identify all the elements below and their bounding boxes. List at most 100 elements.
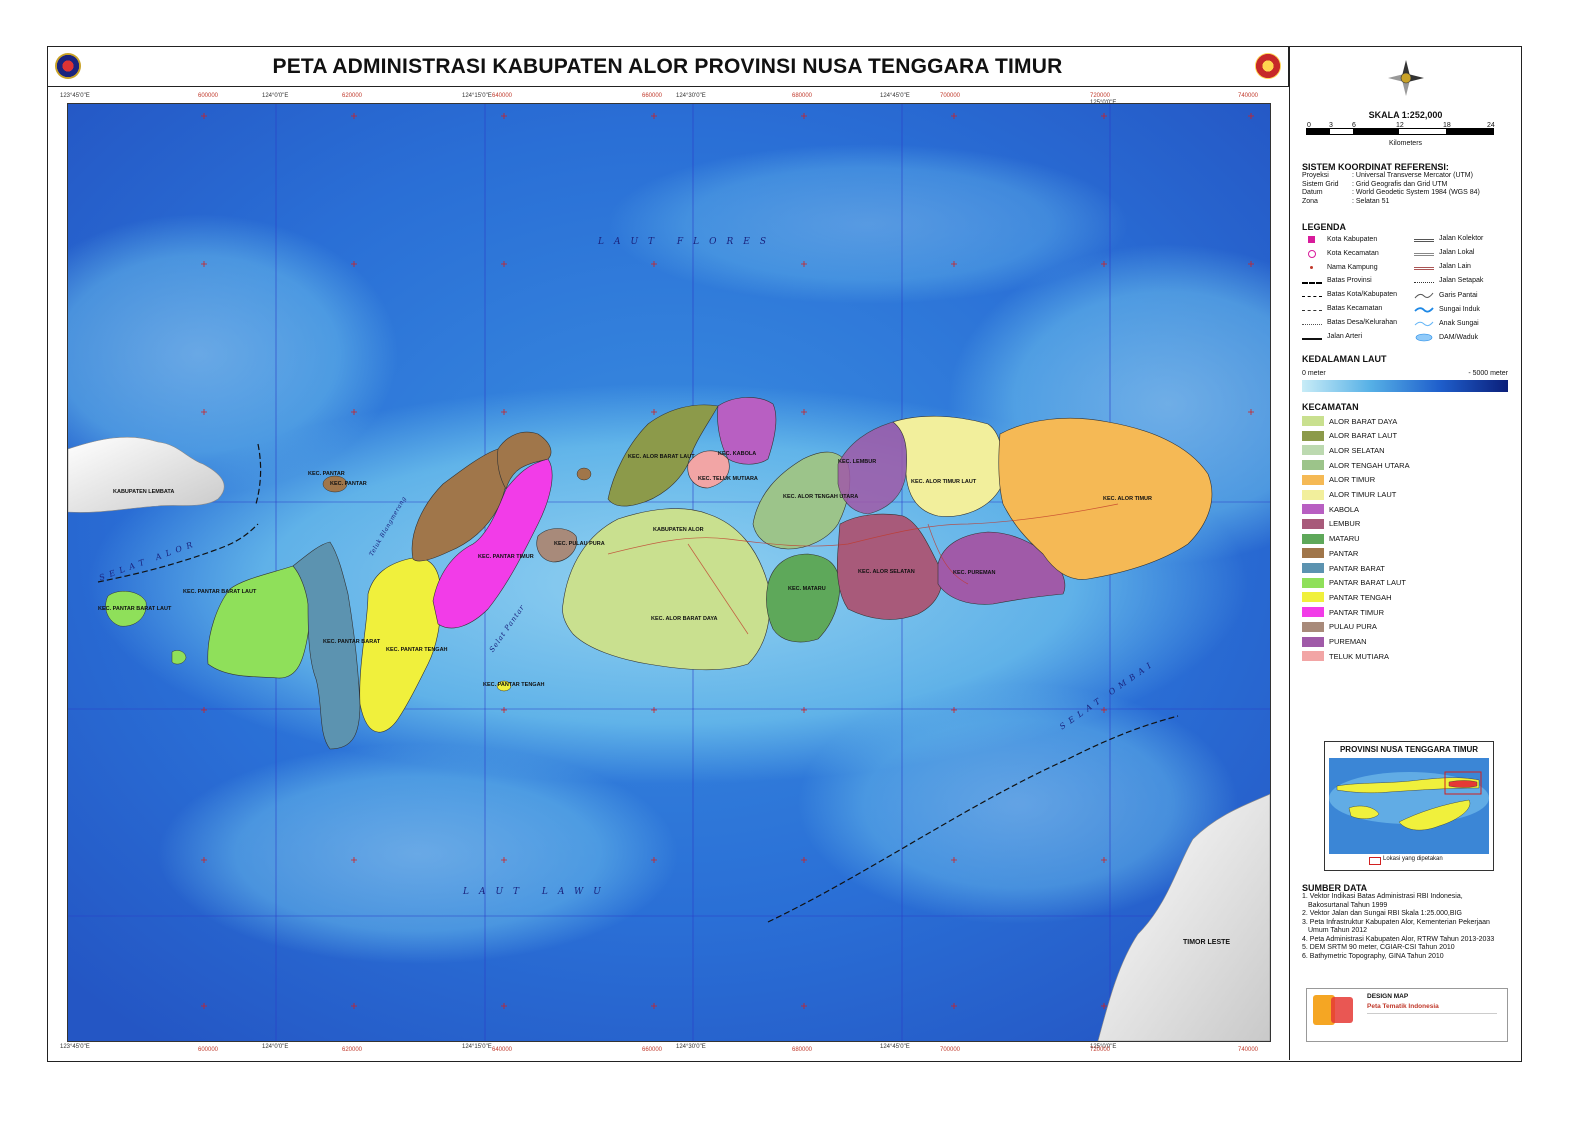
- source-item: Bakosurtanal Tahun 1999: [1308, 901, 1388, 909]
- legend-label: Kota Kecamatan: [1327, 250, 1379, 257]
- cs-key: Sistem Grid: [1302, 180, 1339, 188]
- legend-label: Garis Pantai: [1439, 292, 1478, 299]
- scale-bar: [1306, 128, 1494, 135]
- design-title: DESIGN MAP: [1367, 993, 1409, 1000]
- utm-x-label: 700000: [940, 93, 961, 99]
- source-item: 6. Bathymetric Topography, GINA Tahun 20…: [1302, 952, 1444, 960]
- map-area[interactable]: LAUT FLORES LAUT LAWU SELAT OMBAI SELAT …: [67, 103, 1271, 1042]
- arterial-road-icon: [1302, 337, 1322, 340]
- legend-label: Jalan Arteri: [1327, 333, 1363, 340]
- local-road-icon: [1414, 252, 1434, 256]
- lon-label: 124°0'0"E: [262, 93, 289, 99]
- utm-x-label: 660000: [642, 1047, 663, 1053]
- lon-label: 124°45'0"E: [880, 93, 910, 99]
- inset-map-canvas: [1329, 758, 1489, 854]
- inset-note: Lokasi yang dipetakan: [1383, 856, 1443, 862]
- label-kec: KEC. PANTAR TENGAH: [483, 682, 545, 688]
- main-river-icon: [1414, 305, 1434, 314]
- inset-title: PROVINSI NUSA TENGGARA TIMUR: [1339, 745, 1479, 754]
- kecamatan-swatch: [1302, 577, 1324, 588]
- kecamatan-label: PANTAR TENGAH: [1329, 592, 1392, 602]
- kecamatan-label: PANTAR: [1329, 548, 1359, 558]
- scale-tick: 6: [1352, 122, 1356, 129]
- inset-location-box-icon: [1369, 857, 1381, 865]
- data-sources: SUMBER DATA 1. Vektor Indikasi Batas Adm…: [1302, 883, 1517, 961]
- label-kec: KEC. MATARU: [788, 586, 826, 592]
- legend-label: Batas Desa/Kelurahan: [1327, 319, 1398, 326]
- kecamatan-swatch: [1302, 651, 1324, 662]
- utm-x-label: 720000: [1090, 1047, 1111, 1053]
- legend-label: Sungai Induk: [1439, 306, 1480, 313]
- utm-x-label: 620000: [342, 1047, 363, 1053]
- label-kec: KEC. PANTAR BARAT LAUT: [98, 606, 172, 612]
- cs-value: : Universal Transverse Mercator (UTM): [1352, 172, 1473, 179]
- utm-x-label: 680000: [792, 93, 813, 99]
- legend-label: Jalan Kolektor: [1439, 235, 1484, 242]
- legend-label: Anak Sungai: [1439, 320, 1479, 327]
- kecamatan-row: PUREMAN: [1302, 636, 1367, 647]
- scale-tick: 12: [1396, 122, 1404, 129]
- lon-label: 123°45'0"E: [60, 1044, 90, 1050]
- kecamatan-title: KECAMATAN: [1302, 402, 1359, 412]
- title-bar: PETA ADMINISTRASI KABUPATEN ALOR PROVINS…: [47, 46, 1289, 87]
- legend-label: Jalan Lain: [1439, 263, 1471, 270]
- lon-label: 124°15'0"E: [462, 93, 492, 99]
- kecamatan-row: PANTAR BARAT LAUT: [1302, 577, 1406, 588]
- coord-title: SISTEM KOORDINAT REFERENSI:: [1302, 162, 1449, 172]
- province-border-icon: [1302, 281, 1322, 284]
- cs-key: Proyeksi: [1302, 172, 1329, 179]
- kecamatan-row: ALOR TENGAH UTARA: [1302, 460, 1410, 471]
- label-kec: KEC. LEMBUR: [838, 459, 877, 465]
- source-item: Umum Tahun 2012: [1308, 927, 1368, 934]
- label-kec: KEC. ALOR TIMUR LAUT: [911, 479, 977, 485]
- legend-label: DAM/Waduk: [1439, 334, 1479, 341]
- islet-ternate: [576, 467, 592, 481]
- kecamatan-label: ALOR BARAT LAUT: [1329, 431, 1398, 441]
- kecamatan-label: LEMBUR: [1329, 519, 1361, 529]
- legend-label: Kota Kabupaten: [1327, 236, 1378, 243]
- design-logo-mark-icon: [1331, 997, 1353, 1023]
- legend-label: Batas Kecamatan: [1327, 305, 1383, 312]
- kecamatan-swatch: [1302, 430, 1324, 441]
- design-subtitle: Peta Tematik Indonesia: [1367, 1003, 1439, 1010]
- north-arrow-icon: [1388, 60, 1424, 96]
- scale-tick: 18: [1443, 122, 1451, 129]
- kecamatan-label: ALOR TIMUR: [1329, 475, 1376, 485]
- lon-label: 124°15'0"E: [462, 1044, 492, 1050]
- utm-x-label: 720000: [1090, 93, 1111, 99]
- sources-title: SUMBER DATA: [1302, 883, 1368, 893]
- source-item: 4. Peta Administrasi Kabupaten Alor, RTR…: [1302, 935, 1495, 943]
- legend-label: Batas Provinsi: [1327, 277, 1372, 284]
- scale-tick: 24: [1487, 122, 1495, 129]
- kecamatan-row: KABOLA: [1302, 504, 1359, 515]
- lon-label: 124°30'0"E: [676, 1044, 706, 1050]
- utm-x-label: 700000: [940, 1047, 961, 1053]
- village-border-icon: [1302, 324, 1322, 325]
- kecamatan-label: PUREMAN: [1329, 637, 1367, 646]
- lon-label: 124°30'0"E: [676, 93, 706, 99]
- source-item: 1. Vektor Indikasi Batas Administrasi RB…: [1302, 893, 1463, 900]
- depth-min: 0 meter: [1302, 370, 1326, 377]
- cs-value: : World Geodetic System 1984 (WGS 84): [1352, 189, 1480, 196]
- utm-x-label: 740000: [1238, 1047, 1259, 1053]
- kecamatan-row: MATARU: [1302, 533, 1360, 544]
- utm-x-label: 620000: [342, 93, 363, 99]
- dam-icon: [1414, 333, 1434, 342]
- other-road-icon: [1414, 266, 1434, 270]
- utm-x-label: 680000: [792, 1047, 813, 1053]
- footpath-icon: [1414, 282, 1434, 283]
- legend-label: Batas Kota/Kabupaten: [1327, 291, 1398, 298]
- collector-road-icon: [1414, 238, 1434, 242]
- design-divider: [1367, 1013, 1497, 1014]
- kecamatan-label: ALOR BARAT DAYA: [1329, 416, 1398, 426]
- kecamatan-row: ALOR BARAT LAUT: [1302, 430, 1398, 441]
- kecamatan-swatch: [1302, 621, 1324, 632]
- kecamatan-row: PANTAR: [1302, 548, 1359, 559]
- label-lembata: KABUPATEN LEMBATA: [113, 489, 175, 495]
- label-kec: KEC. PANTAR BARAT LAUT: [183, 589, 257, 595]
- label-kec: KEC. ALOR TIMUR: [1103, 496, 1152, 502]
- label-kec: KEC. ALOR BARAT LAUT: [628, 454, 695, 460]
- label-kec: KEC. KABOLA: [718, 451, 757, 457]
- kecamatan-label: TELUK MUTIARA: [1329, 651, 1390, 661]
- lon-label: 123°45'0"E: [60, 93, 90, 99]
